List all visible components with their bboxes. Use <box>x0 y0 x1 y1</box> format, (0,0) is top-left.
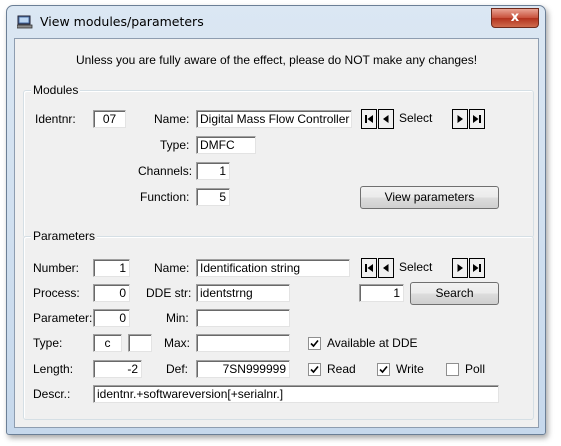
close-icon: x <box>510 10 520 25</box>
view-parameters-button[interactable]: View parameters <box>360 186 499 209</box>
parameter-select[interactable]: Select <box>395 258 451 278</box>
function-label: Function: <box>140 190 190 204</box>
close-button[interactable]: x <box>491 8 539 28</box>
parameter-name-label: Name: <box>154 261 190 275</box>
last-parameter-button[interactable] <box>469 258 485 278</box>
length-field[interactable]: -2 <box>93 360 142 378</box>
number-label: Number: <box>33 261 80 275</box>
max-field[interactable] <box>196 334 290 352</box>
modules-group-title: Modules <box>31 83 81 97</box>
parameter-type-label: Type: <box>33 336 63 350</box>
modules-group: Modules Identnr: 07 Name: Digital Mass F… <box>23 83 534 238</box>
write-box <box>377 362 390 376</box>
module-type-label: Type: <box>160 138 190 152</box>
dialog-client-area: Unless you are fully aware of the effect… <box>14 38 539 428</box>
skip-last-icon <box>473 115 481 123</box>
min-field[interactable] <box>196 309 290 327</box>
skip-last-icon <box>473 264 481 272</box>
function-field[interactable]: 5 <box>196 188 230 206</box>
read-checkbox[interactable]: Read <box>308 362 356 376</box>
window-title: View modules/parameters <box>40 14 204 29</box>
length-label: Length: <box>33 362 74 376</box>
channels-label: Channels: <box>138 164 193 178</box>
poll-box <box>446 362 459 376</box>
dde-str-field[interactable]: identstrng <box>196 284 290 302</box>
parameter-label: Parameter: <box>33 311 93 325</box>
search-value-field[interactable]: 1 <box>359 284 404 302</box>
min-label: Min: <box>166 311 189 325</box>
prev-module-button[interactable] <box>378 109 394 129</box>
checkmark-icon <box>310 365 319 373</box>
computer-icon <box>17 15 33 29</box>
arrow-right-icon <box>457 264 463 272</box>
read-label: Read <box>327 362 356 376</box>
write-label: Write <box>396 362 424 376</box>
next-module-button[interactable] <box>452 109 468 129</box>
search-button[interactable]: Search <box>410 282 499 305</box>
read-box <box>308 362 321 376</box>
def-label: Def: <box>166 362 189 376</box>
prev-parameter-button[interactable] <box>378 258 394 278</box>
descr-field[interactable]: identnr.+softwareversion[+serialnr.] <box>93 385 499 403</box>
write-checkbox[interactable]: Write <box>377 362 424 376</box>
title-bar[interactable]: View modules/parameters x <box>7 6 545 38</box>
identnr-label: Identnr: <box>35 112 76 126</box>
channels-field[interactable]: 1 <box>196 162 230 180</box>
parameters-group-title: Parameters <box>31 229 98 243</box>
parameter-type-field-2[interactable] <box>128 334 152 352</box>
checkmark-icon <box>310 339 319 347</box>
parameter-type-field[interactable]: c <box>93 334 122 352</box>
module-type-field[interactable]: DMFC <box>196 136 256 154</box>
module-name-label: Name: <box>154 112 190 126</box>
poll-checkbox[interactable]: Poll <box>446 362 485 376</box>
parameter-nav-bar: Select <box>361 258 486 278</box>
skip-first-icon <box>365 264 373 272</box>
parameter-field[interactable]: 0 <box>93 309 130 327</box>
available-dde-checkbox[interactable]: Available at DDE <box>308 336 418 350</box>
poll-label: Poll <box>465 362 486 376</box>
module-nav-bar: Select <box>361 109 486 129</box>
dde-str-label: DDE str: <box>146 286 192 300</box>
process-field[interactable]: 0 <box>93 284 130 302</box>
first-module-button[interactable] <box>361 109 377 129</box>
process-label: Process: <box>33 286 80 300</box>
def-field[interactable]: 7SN999999 <box>196 360 290 378</box>
number-field[interactable]: 1 <box>93 259 130 277</box>
warning-text: Unless you are fully aware of the effect… <box>75 53 478 67</box>
arrow-left-icon <box>383 264 389 272</box>
available-dde-label: Available at DDE <box>327 336 418 350</box>
last-module-button[interactable] <box>469 109 485 129</box>
checkmark-icon <box>379 365 388 373</box>
dialog-window: View modules/parameters x Unless you are… <box>6 5 546 435</box>
identnr-field[interactable]: 07 <box>93 110 126 128</box>
module-select[interactable]: Select <box>395 109 451 129</box>
available-dde-box <box>308 336 321 350</box>
arrow-right-icon <box>457 115 463 123</box>
parameter-name-field[interactable]: Identification string <box>196 259 350 277</box>
arrow-left-icon <box>383 115 389 123</box>
module-name-field[interactable]: Digital Mass Flow Controller <box>196 110 352 128</box>
next-parameter-button[interactable] <box>452 258 468 278</box>
descr-label: Descr.: <box>33 387 71 401</box>
max-label: Max: <box>164 336 191 350</box>
first-parameter-button[interactable] <box>361 258 377 278</box>
parameters-group: Parameters Number: 1 Name: Identificatio… <box>23 229 534 420</box>
skip-first-icon <box>365 115 373 123</box>
